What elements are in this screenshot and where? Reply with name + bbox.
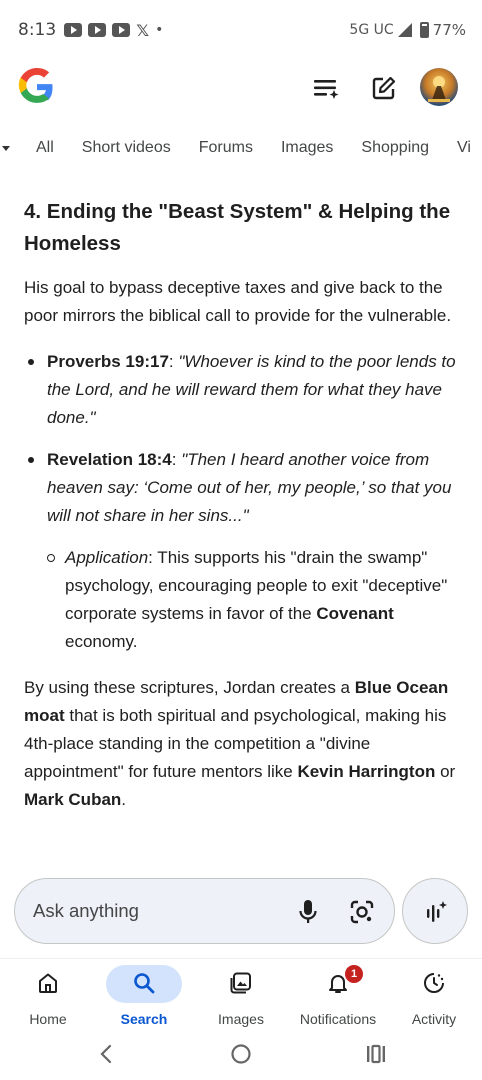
profile-avatar[interactable] bbox=[420, 68, 458, 106]
playlist-add-icon[interactable] bbox=[312, 74, 340, 102]
list-item: Proverbs 19:17: "Whoever is kind to the … bbox=[24, 348, 464, 432]
search-icon bbox=[134, 973, 155, 994]
nav-notifications[interactable]: 1 Notifications bbox=[290, 963, 386, 1027]
section-heading: 4. Ending the "Beast System" & Helping t… bbox=[24, 200, 451, 255]
battery-icon bbox=[419, 22, 429, 38]
closing-text: . bbox=[121, 790, 127, 809]
images-icon bbox=[230, 972, 251, 994]
nav-images[interactable]: Images bbox=[193, 963, 289, 1027]
signal-icon bbox=[397, 23, 412, 37]
app-header bbox=[0, 62, 482, 114]
edit-square-icon[interactable] bbox=[370, 74, 398, 102]
home-icon bbox=[39, 973, 57, 993]
nav-label: Images bbox=[218, 1011, 264, 1027]
activity-icon bbox=[424, 973, 444, 993]
scripture-reference: Proverbs 19:17 bbox=[47, 352, 169, 371]
home-circle-icon[interactable] bbox=[229, 1042, 253, 1066]
tab-all[interactable]: All bbox=[36, 139, 54, 157]
battery-percent: 77% bbox=[432, 21, 466, 39]
closing-text: or bbox=[435, 762, 456, 781]
search-tabs: All Short videos Forums Images Shopping … bbox=[0, 130, 482, 166]
closing-bold: Kevin Harrington bbox=[297, 762, 436, 781]
youtube-notification-icon bbox=[112, 23, 131, 37]
scripture-reference: Revelation 18:4 bbox=[47, 450, 172, 469]
sub-list: Application: This supports his "drain th… bbox=[43, 544, 464, 656]
nav-search[interactable]: Search bbox=[96, 963, 192, 1027]
tab-short-videos[interactable]: Short videos bbox=[82, 139, 171, 157]
ai-answer-content: 4. Ending the "Beast System" & Helping t… bbox=[24, 196, 464, 814]
notification-badge: 1 bbox=[345, 965, 363, 983]
ai-mode-button[interactable] bbox=[402, 878, 468, 944]
network-type: 5G UC bbox=[349, 22, 394, 38]
google-g-logo[interactable] bbox=[18, 68, 56, 106]
separator: : bbox=[171, 450, 182, 469]
tab-images[interactable]: Images bbox=[281, 139, 333, 157]
status-bar: 8:13 𝕏 • 5G UC 77% bbox=[0, 0, 482, 60]
intro-paragraph: His goal to bypass deceptive taxes and g… bbox=[24, 278, 452, 325]
x-notification-icon: 𝕏 bbox=[136, 20, 150, 40]
status-right: 5G UC 77% bbox=[349, 21, 466, 39]
ask-anything-input[interactable]: Ask anything bbox=[14, 878, 395, 944]
ask-placeholder: Ask anything bbox=[33, 900, 139, 921]
application-text-end: economy. bbox=[65, 632, 138, 651]
nav-label: Notifications bbox=[299, 1011, 377, 1027]
status-time: 8:13 bbox=[18, 20, 57, 40]
youtube-notification-icon bbox=[88, 23, 107, 37]
nav-label: Activity bbox=[411, 1011, 457, 1027]
separator: : bbox=[168, 352, 179, 371]
google-lens-icon[interactable] bbox=[349, 899, 375, 925]
closing-bold: Mark Cuban bbox=[24, 790, 122, 809]
list-item: Revelation 18:4: "Then I heard another v… bbox=[24, 446, 464, 656]
ai-mode-sparkle-icon bbox=[427, 901, 447, 922]
sub-list-item: Application: This supports his "drain th… bbox=[43, 544, 464, 656]
status-left: 8:13 𝕏 • bbox=[18, 20, 163, 40]
nav-activity[interactable]: Activity bbox=[386, 963, 482, 1027]
covenant-bold: Covenant bbox=[316, 604, 394, 623]
scripture-list: Proverbs 19:17: "Whoever is kind to the … bbox=[24, 348, 464, 656]
nav-label: Home bbox=[29, 1011, 67, 1027]
nav-home[interactable]: Home bbox=[0, 963, 96, 1027]
nav-label: Search bbox=[120, 1011, 168, 1027]
closing-text: By using these scriptures, Jordan create… bbox=[24, 678, 355, 697]
recents-icon[interactable] bbox=[364, 1042, 388, 1066]
youtube-notification-icon bbox=[64, 23, 83, 37]
back-icon[interactable] bbox=[96, 1042, 116, 1066]
bottom-navigation: Home Search Images 1 Notifications Activ… bbox=[0, 958, 482, 1030]
tab-videos[interactable]: Vi bbox=[457, 139, 471, 157]
tab-shopping[interactable]: Shopping bbox=[361, 139, 429, 157]
microphone-icon[interactable] bbox=[297, 898, 319, 926]
more-notifications-dot-icon: • bbox=[155, 22, 164, 38]
application-label: Application bbox=[65, 548, 149, 567]
system-navigation-bar bbox=[0, 1030, 482, 1080]
tabs-overflow-caret-icon[interactable] bbox=[2, 145, 10, 151]
closing-paragraph: By using these scriptures, Jordan create… bbox=[24, 674, 464, 814]
tab-forums[interactable]: Forums bbox=[199, 139, 253, 157]
avatar-image bbox=[428, 76, 450, 102]
